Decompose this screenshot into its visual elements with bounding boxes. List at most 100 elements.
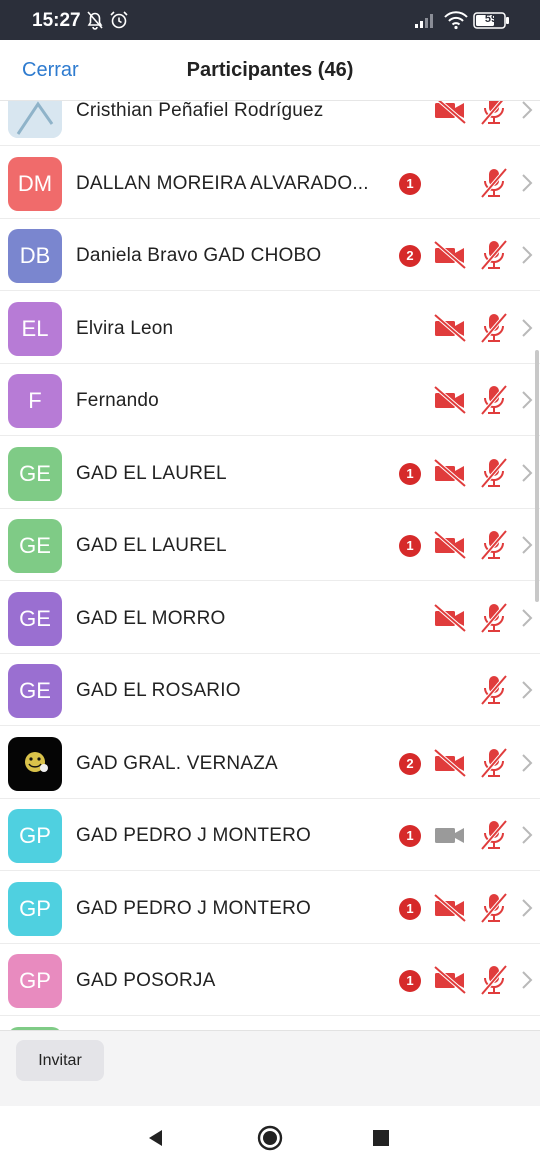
chevron-right-icon[interactable]	[520, 534, 534, 561]
chat-count-badge: 2	[399, 245, 421, 267]
chevron-right-icon[interactable]	[520, 389, 534, 416]
participant-row[interactable]: GP GAD PEDRO J MONTERO 1	[0, 799, 540, 871]
video-off-icon	[433, 892, 467, 928]
signal-icon	[414, 11, 438, 34]
mic-muted-icon	[479, 238, 509, 277]
invite-button[interactable]: Invitar	[16, 1040, 104, 1081]
participant-row[interactable]: DB Daniela Bravo GAD CHOBO 2	[0, 219, 540, 291]
participant-name: GAD EL MORRO	[76, 607, 226, 629]
chevron-right-icon[interactable]	[520, 679, 534, 706]
status-bar: 15:27 59	[0, 0, 540, 40]
participant-name: Elvira Leon	[76, 317, 174, 339]
avatar: GE	[8, 446, 62, 501]
mic-muted-icon	[479, 963, 509, 1002]
avatar-initials: GE	[19, 605, 51, 631]
participant-row[interactable]: GE GAD EL LAUREL 1	[0, 436, 540, 509]
chevron-right-icon[interactable]	[520, 969, 534, 996]
mute-bell-icon	[84, 9, 106, 36]
avatar-initials: DM	[17, 170, 53, 196]
participant-name: GAD PEDRO J MONTERO	[76, 825, 311, 846]
participant-name: DALLAN MOREIRA ALVARADO...	[76, 172, 369, 194]
chat-count-badge: 1	[399, 462, 421, 485]
chat-count-badge: 1	[399, 897, 421, 920]
mic-muted-icon	[479, 166, 509, 205]
video-on-icon	[433, 820, 467, 855]
participant-name: Cristhian Peñafiel Rodríguez	[76, 101, 324, 121]
avatar: GE	[8, 664, 62, 718]
avatar-initials: GP	[19, 895, 51, 921]
chevron-right-icon[interactable]	[520, 752, 534, 779]
chevron-right-icon[interactable]	[520, 101, 534, 126]
participant-row[interactable]: F Fernando	[0, 364, 540, 436]
recents-icon[interactable]	[372, 1129, 390, 1152]
avatar: GE	[8, 519, 62, 573]
mic-muted-icon	[479, 311, 509, 350]
mic-muted-icon	[479, 456, 509, 495]
chat-count-badge: 1	[399, 825, 421, 847]
avatar-initials: EL	[21, 315, 49, 341]
home-icon[interactable]	[257, 1125, 283, 1156]
mic-muted-icon	[479, 818, 509, 857]
avatar-initials: GE	[19, 533, 51, 558]
participant-row[interactable]: GE GAD EL ROSARIO	[0, 654, 540, 726]
participant-row[interactable]	[0, 1016, 540, 1030]
chevron-right-icon[interactable]	[520, 244, 534, 271]
participant-row[interactable]: DM DALLAN MOREIRA ALVARADO... 1	[0, 146, 540, 219]
header: Cerrar Participantes (46)	[0, 40, 540, 101]
status-time: 15:27	[32, 10, 81, 31]
battery-level: 59	[484, 13, 498, 25]
participant-name: GAD PEDRO J MONTERO	[76, 897, 311, 919]
avatar: EL	[8, 301, 62, 356]
participant-list[interactable]: Cristhian Peñafiel Rodríguez DM DALLAN MOR…	[0, 101, 540, 1030]
back-icon[interactable]	[146, 1128, 166, 1153]
participant-name: GAD GRAL. VERNAZA	[76, 752, 278, 774]
participant-row[interactable]: Cristhian Peñafiel Rodríguez	[0, 101, 540, 146]
chevron-right-icon[interactable]	[520, 317, 534, 344]
avatar: GE	[8, 591, 62, 646]
video-off-icon	[433, 602, 467, 638]
avatar-initials: F	[28, 388, 42, 413]
video-off-icon	[433, 747, 467, 783]
chevron-right-icon[interactable]	[520, 607, 534, 634]
video-off-icon	[433, 530, 467, 565]
avatar: DM	[8, 156, 62, 211]
mic-muted-icon	[479, 746, 509, 785]
avatar-initials: DB	[19, 243, 51, 268]
video-off-icon	[433, 101, 467, 130]
participant-name: GAD POSORJA	[76, 970, 216, 991]
participant-row[interactable]: GAD GRAL. VERNAZA 2	[0, 726, 540, 799]
avatar: GP	[8, 809, 62, 863]
avatar: GP	[8, 954, 62, 1008]
chat-count-badge: 1	[399, 172, 421, 195]
chat-count-badge: 1	[399, 970, 421, 992]
video-off-icon	[433, 457, 467, 493]
system-nav-bar	[0, 1106, 540, 1170]
avatar-initials: GP	[19, 968, 51, 993]
avatar-initials: GP	[19, 823, 51, 848]
scrollbar[interactable]	[535, 350, 539, 602]
avatar-photo	[25, 751, 48, 772]
chat-count-badge: 1	[399, 535, 421, 557]
chevron-right-icon[interactable]	[520, 172, 534, 199]
participant-row[interactable]: EL Elvira Leon	[0, 291, 540, 364]
participant-row[interactable]: GP GAD POSORJA 1	[0, 944, 540, 1016]
participant-row[interactable]: GP GAD PEDRO J MONTERO 1	[0, 871, 540, 944]
participant-name: GAD EL ROSARIO	[76, 680, 241, 701]
participant-row[interactable]: GE GAD EL MORRO	[0, 581, 540, 654]
participant-row[interactable]: GE GAD EL LAUREL 1	[0, 509, 540, 581]
mic-muted-icon	[479, 101, 509, 132]
video-off-icon	[433, 312, 467, 348]
chevron-right-icon[interactable]	[520, 462, 534, 489]
avatar-initials: GE	[19, 460, 51, 486]
avatar-initials: GE	[19, 678, 51, 703]
chevron-right-icon[interactable]	[520, 824, 534, 851]
video-off-icon	[433, 385, 467, 420]
footer-toolbar: Invitar	[0, 1030, 540, 1106]
chevron-right-icon[interactable]	[520, 897, 534, 924]
avatar: F	[8, 374, 62, 428]
chat-count-badge: 2	[399, 752, 421, 775]
mic-muted-icon	[479, 528, 509, 567]
page-title: Participantes (46)	[186, 59, 354, 81]
wifi-icon	[443, 10, 469, 35]
avatar	[8, 101, 62, 138]
